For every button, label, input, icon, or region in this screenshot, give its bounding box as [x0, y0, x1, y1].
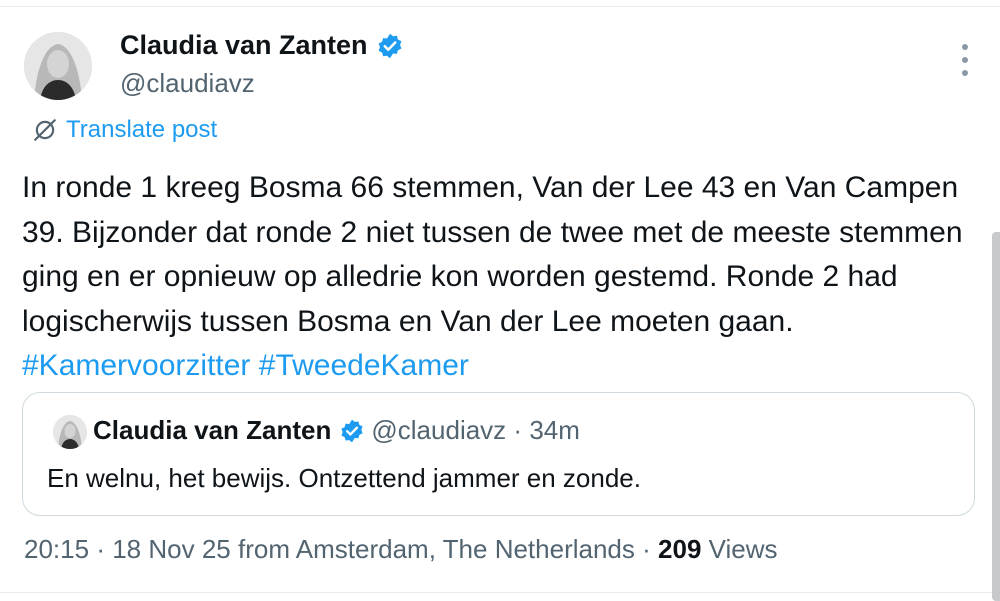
bottom-divider	[0, 592, 1000, 593]
post-location: from Amsterdam, The Netherlands	[237, 534, 635, 564]
post-meta: 20:15 · 18 Nov 25 from Amsterdam, The Ne…	[24, 534, 778, 565]
quote-separator: ·	[513, 415, 523, 445]
verified-badge-icon	[341, 419, 364, 442]
author-name[interactable]: Claudia van Zanten	[120, 30, 368, 61]
quote-author-avatar	[53, 415, 87, 449]
quote-author-handle: @claudiavz	[371, 415, 507, 445]
more-dot-icon	[962, 44, 968, 50]
top-divider	[0, 6, 1000, 7]
meta-separator: ·	[642, 534, 651, 564]
post-detail: Claudia van Zanten @claudiavz Translate …	[0, 0, 1000, 601]
author-handle[interactable]: @claudiavz	[120, 68, 255, 99]
avatar-portrait-icon	[24, 32, 92, 100]
quote-author-name: Claudia van Zanten	[93, 415, 332, 445]
more-options-button[interactable]	[960, 44, 970, 76]
views-label: Views	[708, 534, 778, 564]
quote-header: Claudia van Zanten @claudiavz · 34m	[93, 415, 580, 446]
quote-text: En welnu, het bewijs. Ontzettend jammer …	[47, 463, 641, 493]
meta-separator: ·	[96, 534, 105, 564]
translate-post-link[interactable]: Translate post	[32, 116, 217, 144]
avatar-portrait-icon	[53, 415, 87, 449]
more-dot-icon	[962, 70, 968, 76]
hashtag-link[interactable]: #Kamervoorzitter	[22, 349, 250, 382]
author-name-row: Claudia van Zanten	[120, 30, 404, 61]
hashtag-link[interactable]: #TweedeKamer	[259, 349, 469, 382]
views-count[interactable]: 209	[658, 534, 701, 564]
post-date[interactable]: 18 Nov 25	[112, 534, 231, 564]
translate-icon	[34, 119, 56, 141]
post-text: In ronde 1 kreeg Bosma 66 stemmen, Van d…	[22, 166, 982, 389]
quote-timestamp: 34m	[529, 415, 580, 445]
more-dot-icon	[962, 57, 968, 63]
author-avatar[interactable]	[24, 32, 92, 100]
verified-badge-icon	[378, 33, 401, 58]
post-body: In ronde 1 kreeg Bosma 66 stemmen, Van d…	[22, 171, 963, 338]
quoted-post-card[interactable]: Claudia van Zanten @claudiavz · 34m En w…	[22, 392, 975, 516]
translate-label: Translate post	[66, 116, 218, 143]
post-time[interactable]: 20:15	[24, 534, 89, 564]
scrollbar-thumb[interactable]	[992, 232, 1000, 601]
